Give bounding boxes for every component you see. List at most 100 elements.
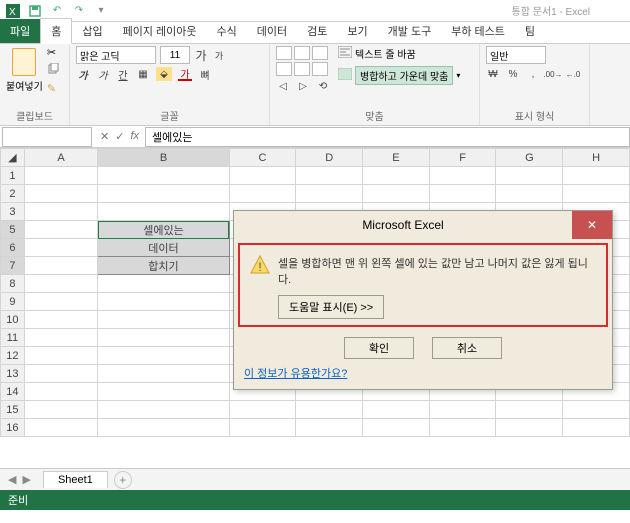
cell-B7[interactable]: 합치기: [98, 257, 229, 275]
group-alignment: ◁ ▷ ⟲ 텍스트 줄 바꿈 병합하고 가운데 맞춤 ▾ 맞춤: [270, 44, 480, 125]
dialog-close-button[interactable]: ✕: [572, 211, 612, 239]
bold-button[interactable]: 가: [76, 67, 90, 81]
add-sheet-button[interactable]: +: [114, 471, 132, 489]
dialog-help-button[interactable]: 도움말 표시(E) >>: [278, 295, 384, 319]
tab-formulas[interactable]: 수식: [207, 19, 247, 43]
dialog-cancel-button[interactable]: 취소: [432, 337, 502, 359]
cut-icon[interactable]: ✂: [47, 46, 59, 59]
paste-label: 붙여넣기: [6, 78, 43, 93]
font-name-select[interactable]: [76, 46, 156, 64]
dialog-info-link[interactable]: 이 정보가 유용한가요?: [234, 363, 612, 389]
tab-review[interactable]: 검토: [297, 19, 337, 43]
row-header[interactable]: 7: [1, 257, 25, 275]
row-header[interactable]: 3: [1, 203, 25, 221]
sheet-tab-sheet1[interactable]: Sheet1: [43, 471, 108, 488]
col-header-A[interactable]: A: [24, 149, 98, 167]
shrink-font-button[interactable]: 가: [212, 48, 226, 62]
number-format-select[interactable]: [486, 46, 546, 64]
accounting-button[interactable]: ₩: [486, 67, 500, 81]
decrease-indent-button[interactable]: ◁: [276, 79, 290, 93]
tab-view[interactable]: 보기: [337, 19, 377, 43]
row-header[interactable]: 15: [1, 401, 25, 419]
grow-font-button[interactable]: 가: [194, 48, 208, 62]
italic-button[interactable]: 가: [96, 67, 110, 81]
align-mid-center[interactable]: [294, 62, 310, 76]
row-header[interactable]: 1: [1, 167, 25, 185]
merge-center-button[interactable]: 병합하고 가운데 맞춤: [355, 66, 453, 85]
tab-team[interactable]: 팀: [515, 19, 545, 43]
formula-input[interactable]: [145, 127, 630, 147]
cancel-formula-icon[interactable]: ✕: [100, 130, 109, 143]
dialog-ok-button[interactable]: 확인: [344, 337, 414, 359]
tab-home[interactable]: 홈: [40, 18, 72, 44]
increase-indent-button[interactable]: ▷: [296, 79, 310, 93]
row-header[interactable]: 14: [1, 383, 25, 401]
comma-button[interactable]: ,: [526, 67, 540, 81]
wrap-text-label[interactable]: 텍스트 줄 바꿈: [355, 46, 416, 61]
orientation-button[interactable]: ⟲: [316, 79, 330, 93]
tab-loadtest[interactable]: 부하 테스트: [441, 19, 515, 43]
tab-insert[interactable]: 삽입: [72, 19, 112, 43]
redo-icon[interactable]: ↷: [72, 4, 86, 18]
col-header-B[interactable]: B: [98, 149, 229, 167]
sheet-nav-prev-icon[interactable]: ◀: [8, 473, 16, 486]
align-mid-right[interactable]: [312, 62, 328, 76]
col-header-D[interactable]: D: [296, 149, 363, 167]
col-header-E[interactable]: E: [363, 149, 430, 167]
group-number: ₩ % , .00→ ←.0 표시 형식: [480, 44, 590, 125]
copy-icon[interactable]: [47, 63, 59, 78]
row-header[interactable]: 12: [1, 347, 25, 365]
row-header[interactable]: 10: [1, 311, 25, 329]
status-bar: 준비: [0, 490, 630, 510]
merge-warning-dialog: Microsoft Excel ✕ ! 셀을 병합하면 맨 위 왼쪽 셀에 있는…: [233, 210, 613, 390]
sheet-tab-bar: ◀ ▶ Sheet1 +: [0, 468, 630, 490]
align-mid-left[interactable]: [276, 62, 292, 76]
select-all-corner[interactable]: ◢: [1, 149, 25, 167]
svg-text:!: !: [258, 260, 261, 274]
row-header[interactable]: 5: [1, 221, 25, 239]
decrease-decimal-button[interactable]: ←.0: [566, 67, 580, 81]
col-header-F[interactable]: F: [429, 149, 496, 167]
dialog-titlebar[interactable]: Microsoft Excel ✕: [234, 211, 612, 239]
phonetic-button[interactable]: 뼈: [198, 67, 212, 81]
font-size-select[interactable]: [160, 46, 190, 64]
increase-decimal-button[interactable]: .00→: [546, 67, 560, 81]
cell-B5[interactable]: 셀에있는: [98, 221, 229, 239]
wrap-text-icon[interactable]: [338, 46, 352, 61]
row-header[interactable]: 8: [1, 275, 25, 293]
undo-icon[interactable]: ↶: [50, 4, 64, 18]
row-header[interactable]: 16: [1, 419, 25, 437]
row-header[interactable]: 6: [1, 239, 25, 257]
excel-icon: X: [6, 4, 20, 18]
percent-button[interactable]: %: [506, 67, 520, 81]
align-top-left[interactable]: [276, 46, 292, 60]
fx-icon[interactable]: fx: [130, 130, 139, 143]
align-top-center[interactable]: [294, 46, 310, 60]
underline-button[interactable]: 간: [116, 67, 130, 81]
cell-B6[interactable]: 데이터: [98, 239, 229, 257]
col-header-G[interactable]: G: [496, 149, 563, 167]
fill-color-button[interactable]: ⬙: [156, 67, 172, 81]
col-header-C[interactable]: C: [229, 149, 296, 167]
merge-dropdown-icon[interactable]: ▾: [456, 71, 460, 80]
tab-pagelayout[interactable]: 페이지 레이아웃: [113, 19, 207, 43]
font-color-button[interactable]: 가: [178, 67, 192, 81]
col-header-H[interactable]: H: [563, 149, 630, 167]
row-header[interactable]: 11: [1, 329, 25, 347]
paste-button[interactable]: 붙여넣기: [6, 48, 43, 93]
tab-file[interactable]: 파일: [0, 19, 40, 43]
save-icon[interactable]: [28, 4, 42, 18]
name-box[interactable]: [2, 127, 92, 147]
ribbon: 붙여넣기 ✂ ✎ 클립보드 가 가 가 가 간 ▦ ⬙ 가: [0, 44, 630, 126]
tab-developer[interactable]: 개발 도구: [378, 19, 442, 43]
qat-more-icon[interactable]: ▾: [94, 4, 108, 18]
border-button[interactable]: ▦: [136, 67, 150, 81]
row-header[interactable]: 9: [1, 293, 25, 311]
align-top-right[interactable]: [312, 46, 328, 60]
sheet-nav-next-icon[interactable]: ▶: [22, 473, 30, 486]
row-header[interactable]: 13: [1, 365, 25, 383]
format-painter-icon[interactable]: ✎: [47, 82, 59, 95]
row-header[interactable]: 2: [1, 185, 25, 203]
tab-data[interactable]: 데이터: [247, 19, 297, 43]
enter-formula-icon[interactable]: ✓: [115, 130, 124, 143]
